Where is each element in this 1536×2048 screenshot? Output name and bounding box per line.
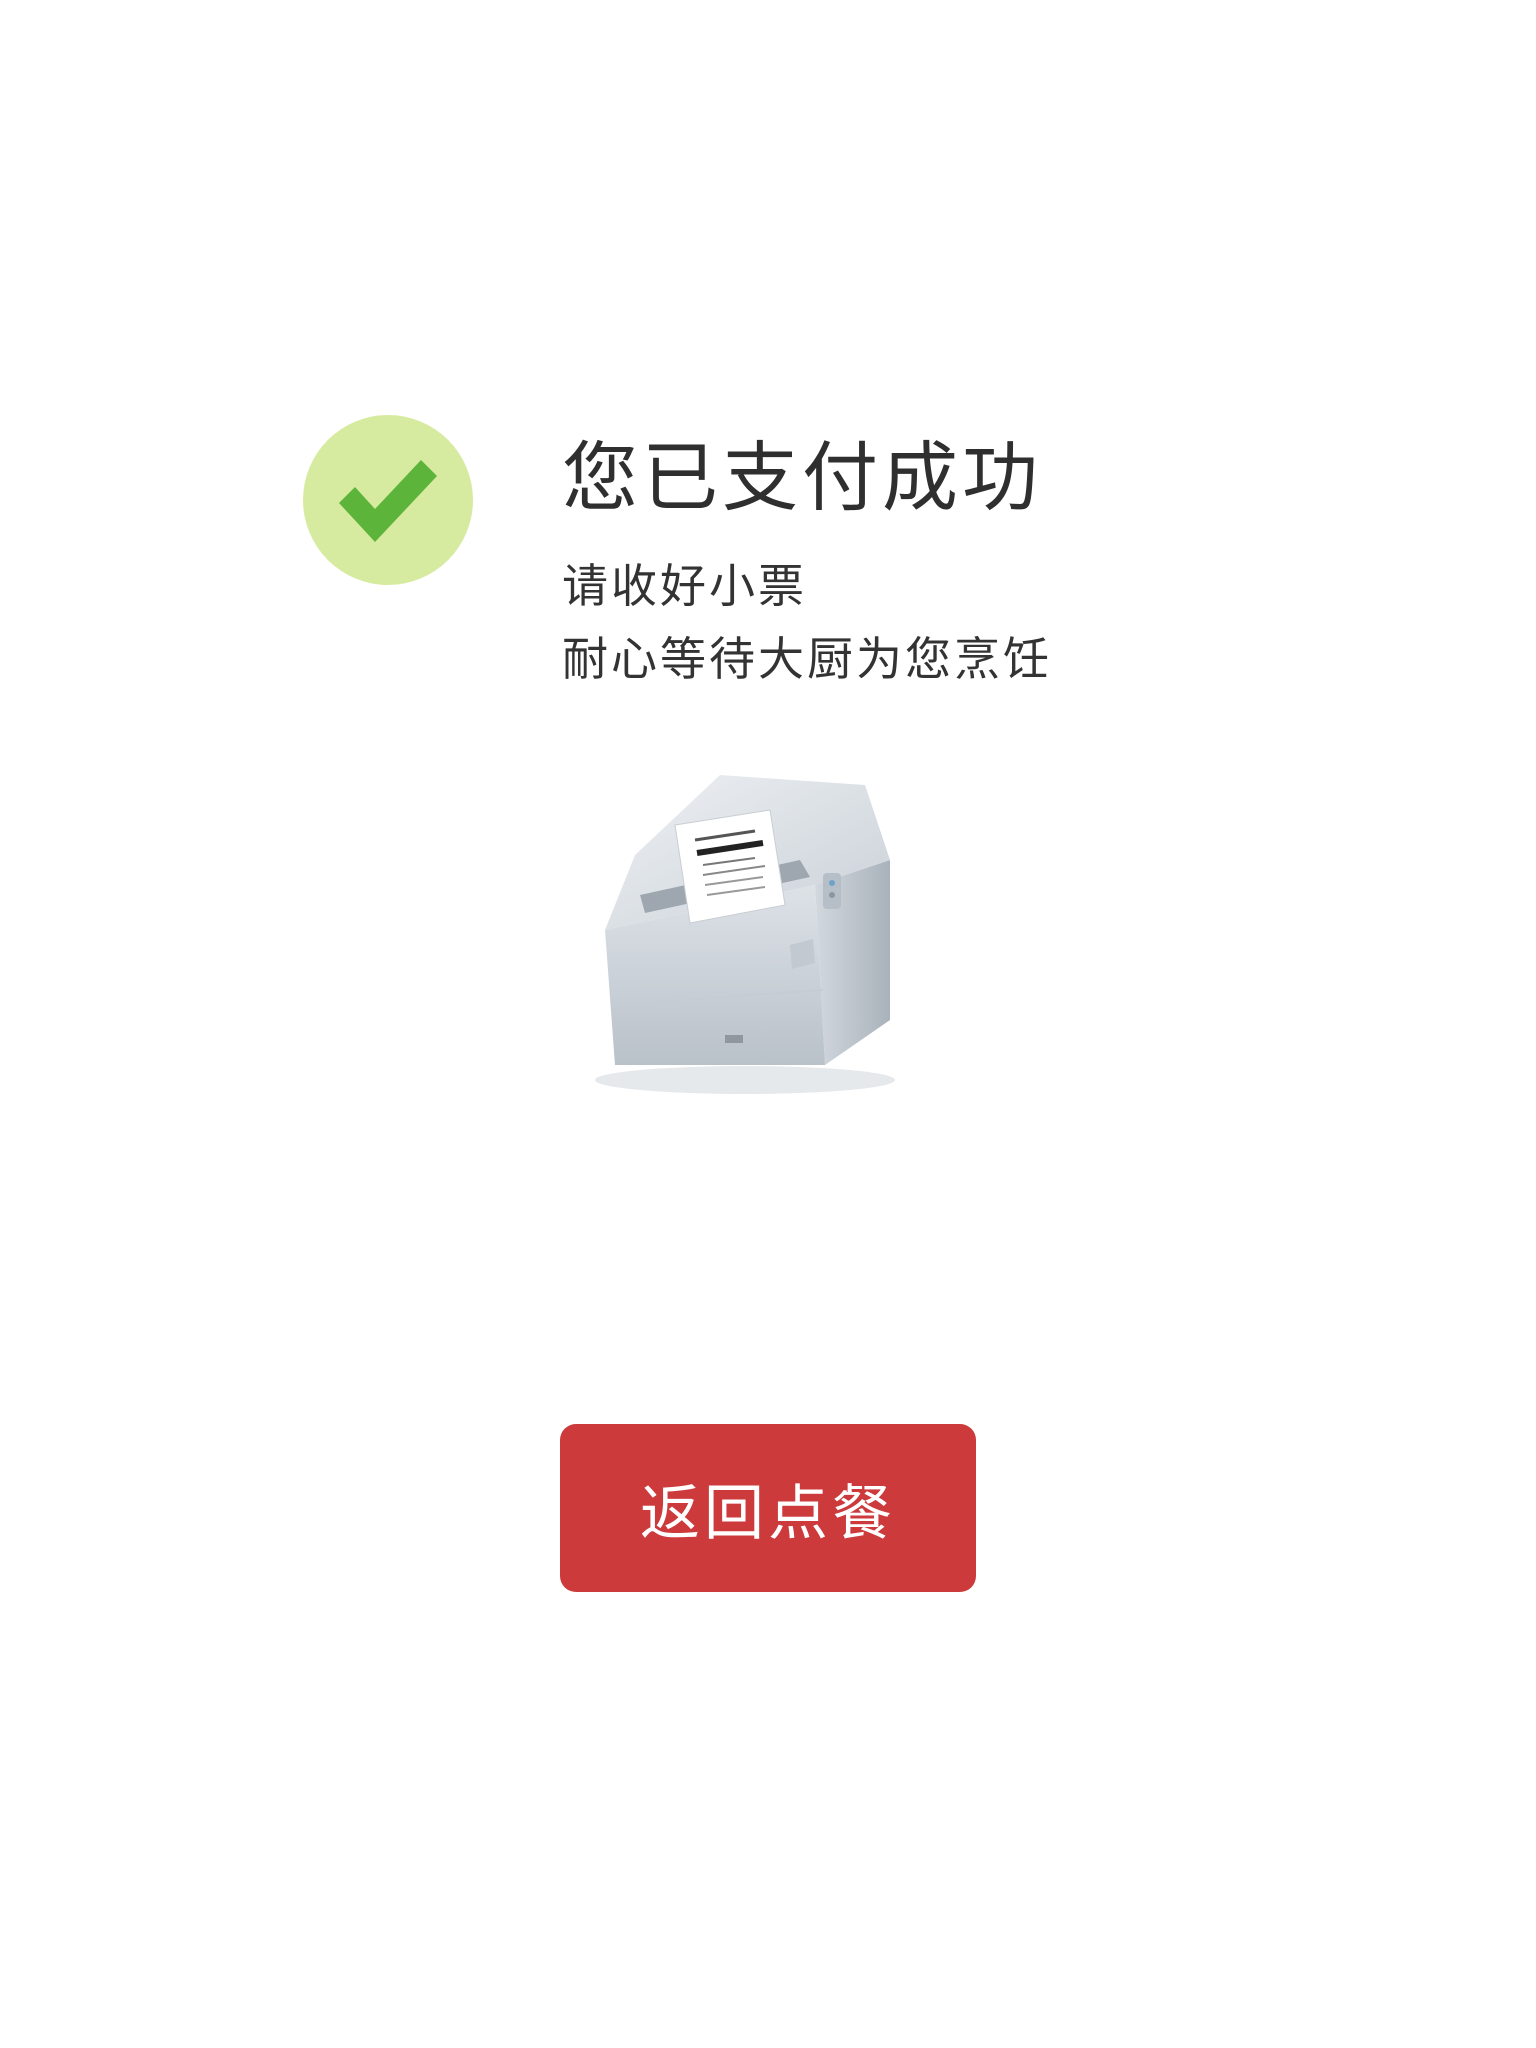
check-circle-icon — [303, 415, 473, 585]
receipt-reminder-text: 请收好小票 — [562, 559, 807, 613]
return-to-order-button[interactable]: 返回点餐 — [560, 1424, 976, 1592]
wait-chef-text: 耐心等待大厨为您烹饪 — [562, 632, 1052, 686]
receipt-printer-illustration — [585, 765, 905, 1095]
payment-success-title: 您已支付成功 — [562, 433, 1042, 522]
